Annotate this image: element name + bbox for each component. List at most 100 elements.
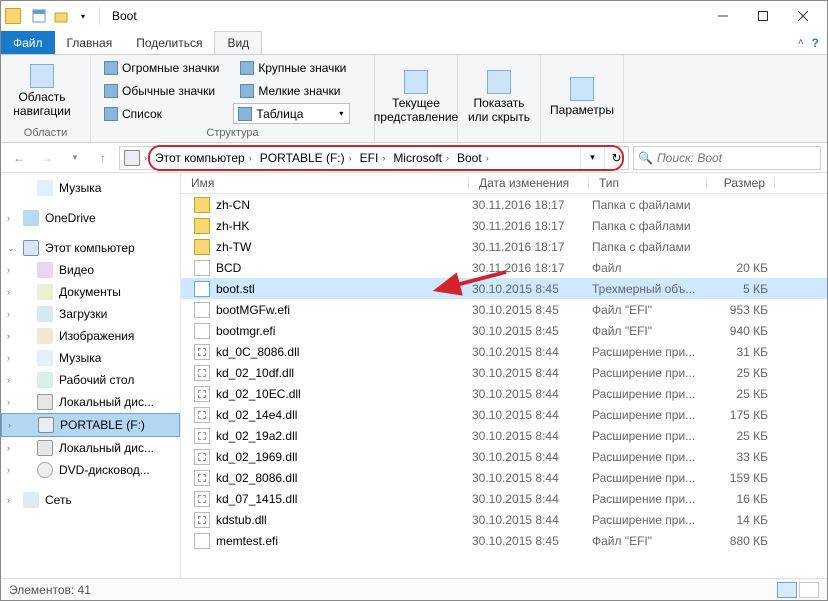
file-row[interactable]: zh-HK30.11.2016 18:17Папка с файлами (181, 215, 827, 236)
options-button[interactable]: Параметры (547, 73, 617, 121)
nav-video[interactable]: ›Видео (1, 259, 180, 281)
layout-list[interactable]: Список (97, 103, 223, 124)
nav-onedrive[interactable]: ›OneDrive (1, 207, 180, 229)
nav-music[interactable]: Музыка (1, 177, 180, 199)
file-row[interactable]: kd_02_1969.dll30.10.2015 8:44Расширение … (181, 446, 827, 467)
search-input[interactable] (657, 151, 816, 165)
file-row[interactable]: kd_02_10EC.dll30.10.2015 8:44Расширение … (181, 383, 827, 404)
search-box[interactable]: 🔍 (633, 146, 821, 170)
tab-share[interactable]: Поделиться (124, 31, 214, 54)
nav-downloads[interactable]: ›Загрузки (1, 303, 180, 325)
file-row[interactable]: kd_02_19a2.dll30.10.2015 8:44Расширение … (181, 425, 827, 446)
layout-table[interactable]: Таблица (233, 103, 350, 124)
tab-home[interactable]: Главная (55, 31, 125, 54)
layout-normal-label: Обычные значки (122, 84, 215, 98)
current-view-icon (404, 70, 428, 94)
file-icon (194, 302, 210, 318)
view-details-button[interactable] (777, 582, 797, 598)
file-row[interactable]: kd_0C_8086.dll30.10.2015 8:44Расширение … (181, 341, 827, 362)
nav-dvd[interactable]: ›DVD-дисковод... (1, 459, 180, 481)
file-date: 30.10.2015 8:44 (472, 408, 592, 422)
file-row[interactable]: zh-CN30.11.2016 18:17Папка с файлами (181, 194, 827, 215)
crumb-boot[interactable]: Boot› (453, 147, 493, 169)
file-size: 20 КБ (710, 261, 778, 275)
nav-localdisk2[interactable]: ›Локальный дис... (1, 437, 180, 459)
collapse-ribbon-icon[interactable]: ˄ (798, 37, 804, 48)
layout-small-label: Мелкие значки (258, 84, 340, 98)
layout-large[interactable]: Крупные значки (233, 57, 350, 78)
file-date: 30.11.2016 18:17 (472, 219, 592, 233)
tab-file[interactable]: Файл (1, 31, 55, 54)
column-date[interactable]: Дата изменения (469, 176, 589, 190)
back-button[interactable]: ← (7, 146, 31, 170)
address-bar[interactable]: › Этот компьютер› PORTABLE (F:)› EFI› Mi… (119, 146, 629, 170)
current-view-button[interactable]: Текущее представление (381, 66, 451, 128)
drive-icon (124, 150, 140, 166)
nav-pane-button[interactable]: Область навигации (7, 60, 77, 122)
layout-normal[interactable]: Обычные значки (97, 80, 223, 101)
crumb-efi[interactable]: EFI› (356, 147, 390, 169)
file-row[interactable]: boot.stl30.10.2015 8:45Трехмерный объ...… (181, 278, 827, 299)
file-row[interactable]: kd_02_10df.dll30.10.2015 8:44Расширение … (181, 362, 827, 383)
nav-music2[interactable]: ›Музыка (1, 347, 180, 369)
nav-portable-label: PORTABLE (F:) (60, 418, 145, 432)
file-row[interactable]: BCD30.11.2016 18:17Файл20 КБ (181, 257, 827, 278)
nav-network[interactable]: ›Сеть (1, 489, 180, 511)
column-type[interactable]: Тип (589, 176, 707, 190)
file-date: 30.10.2015 8:44 (472, 513, 592, 527)
nav-images[interactable]: ›Изображения (1, 325, 180, 347)
qat-dropdown-icon[interactable]: ▾ (73, 6, 93, 26)
column-size[interactable]: Размер (707, 176, 775, 190)
refresh-button[interactable]: ↻ (604, 147, 628, 169)
nav-portable[interactable]: ›PORTABLE (F:) (1, 413, 180, 437)
file-type: Файл "EFI" (592, 324, 710, 338)
layout-huge[interactable]: Огромные значки (97, 57, 223, 78)
help-icon[interactable]: ? (812, 36, 819, 50)
file-date: 30.10.2015 8:44 (472, 366, 592, 380)
nav-desktop[interactable]: ›Рабочий стол (1, 369, 180, 391)
file-row[interactable]: kd_02_14e4.dll30.10.2015 8:44Расширение … (181, 404, 827, 425)
file-type: Папка с файлами (592, 240, 710, 254)
file-row[interactable]: kdstub.dll30.10.2015 8:44Расширение при.… (181, 509, 827, 530)
file-type: Расширение при... (592, 513, 710, 527)
search-icon: 🔍 (638, 151, 653, 165)
crumb-root[interactable]: Этот компьютер› (151, 147, 256, 169)
minimize-button[interactable] (703, 1, 743, 31)
up-button[interactable]: ↑ (91, 146, 115, 170)
column-name[interactable]: Имя (181, 176, 469, 190)
view-icons-button[interactable] (799, 582, 819, 598)
tab-view[interactable]: Вид (214, 31, 262, 54)
file-size: 16 КБ (710, 492, 778, 506)
crumb-microsoft[interactable]: Microsoft› (389, 147, 453, 169)
options-label: Параметры (550, 103, 614, 117)
forward-button[interactable]: → (35, 146, 59, 170)
file-row[interactable]: bootMGFw.efi30.10.2015 8:45Файл "EFI"953… (181, 299, 827, 320)
file-row[interactable]: bootmgr.efi30.10.2015 8:45Файл "EFI"940 … (181, 320, 827, 341)
nav-this-pc[interactable]: ⌄Этот компьютер (1, 237, 180, 259)
qat-new-folder-icon[interactable] (51, 6, 71, 26)
dll-icon (194, 491, 210, 507)
crumb-drive[interactable]: PORTABLE (F:)› (256, 147, 356, 169)
nav-pane-icon (30, 64, 54, 88)
file-size: 880 КБ (710, 534, 778, 548)
nav-localdisk[interactable]: ›Локальный дис... (1, 391, 180, 413)
qat-properties-icon[interactable] (29, 6, 49, 26)
crumb-microsoft-label: Microsoft (393, 151, 442, 165)
nav-documents[interactable]: ›Документы (1, 281, 180, 303)
file-name: bootMGFw.efi (216, 303, 290, 317)
layout-small[interactable]: Мелкие значки (233, 80, 350, 101)
file-date: 30.10.2015 8:44 (472, 429, 592, 443)
file-row[interactable]: kd_07_1415.dll30.10.2015 8:44Расширение … (181, 488, 827, 509)
show-hide-button[interactable]: Показать или скрыть (464, 66, 534, 128)
file-row[interactable]: kd_02_8086.dll30.10.2015 8:44Расширение … (181, 467, 827, 488)
file-row[interactable]: memtest.efi30.10.2015 8:45Файл "EFI"880 … (181, 530, 827, 551)
recent-locations-button[interactable]: ▾ (63, 146, 87, 170)
group-panes-label: Области (1, 126, 90, 142)
layout-large-label: Крупные значки (258, 61, 346, 75)
address-dropdown-button[interactable]: ▾ (580, 147, 604, 169)
maximize-button[interactable] (743, 1, 783, 31)
file-name: BCD (216, 261, 241, 275)
file-size: 31 КБ (710, 345, 778, 359)
close-button[interactable] (783, 1, 823, 31)
file-row[interactable]: zh-TW30.11.2016 18:17Папка с файлами (181, 236, 827, 257)
